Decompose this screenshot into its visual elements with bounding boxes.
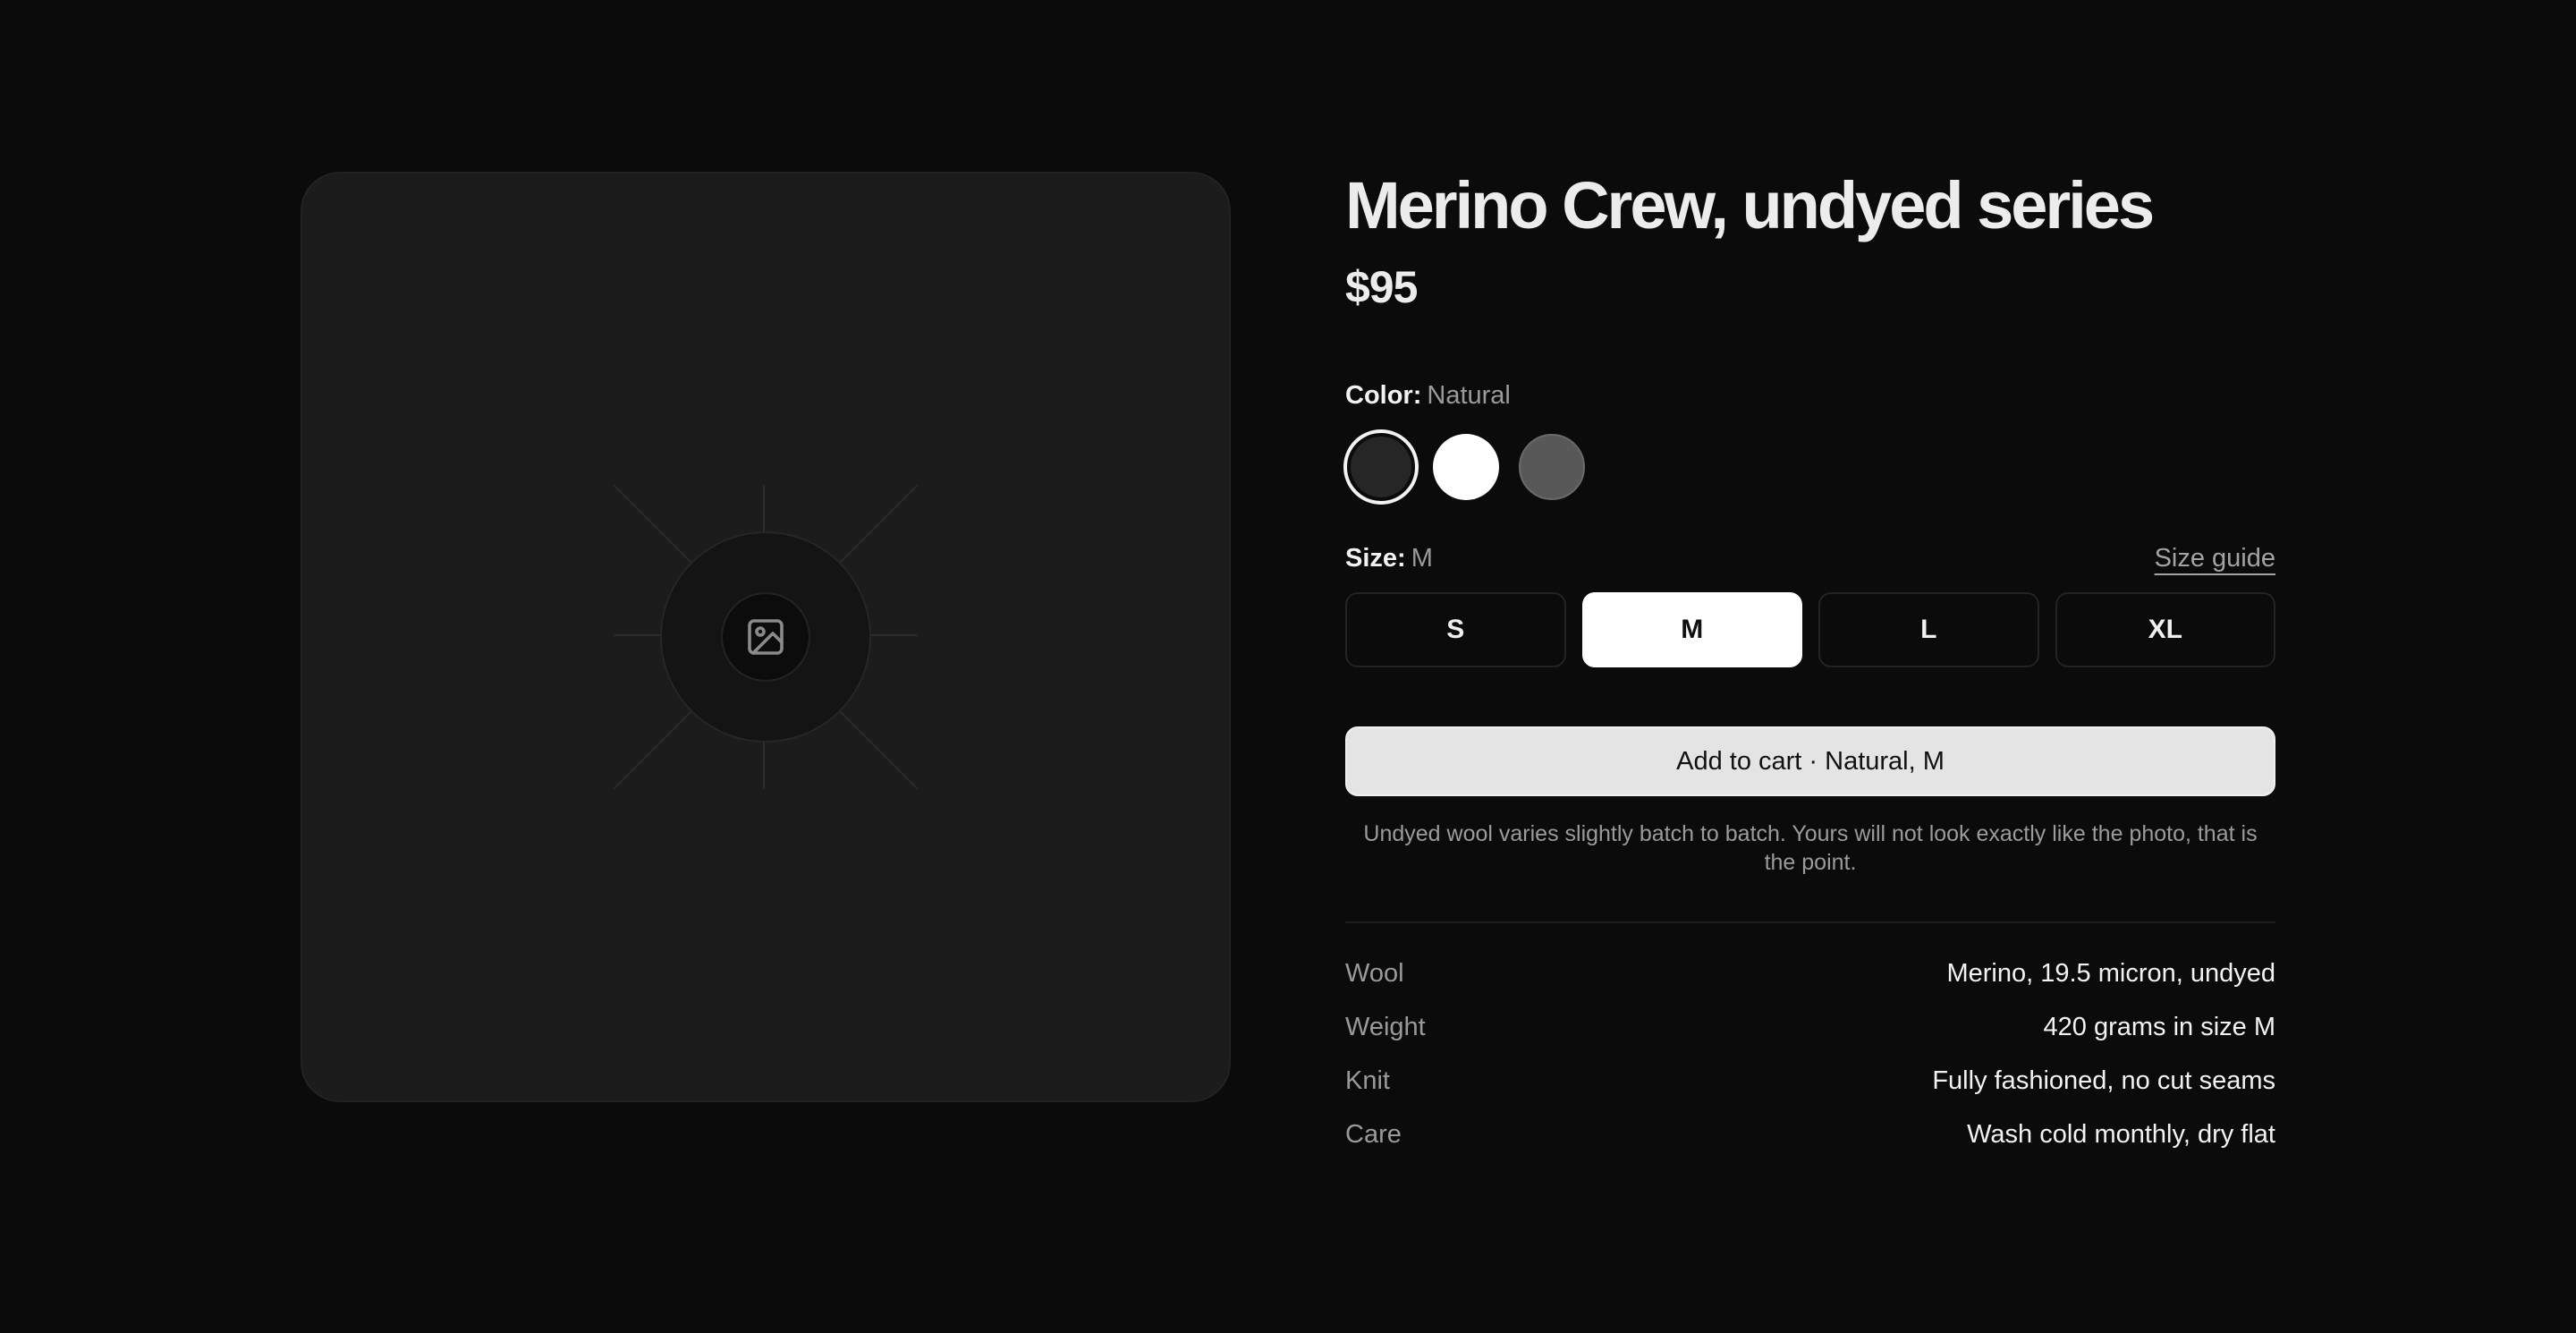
spec-key: Care bbox=[1345, 1120, 1402, 1149]
size-selected-value: M bbox=[1411, 544, 1433, 573]
spec-row-wool: Wool Merino, 19.5 micron, undyed bbox=[1345, 947, 2275, 1000]
spec-row-weight: Weight 420 grams in size M bbox=[1345, 1000, 2275, 1054]
divider bbox=[1345, 921, 2275, 923]
size-guide-link[interactable]: Size guide bbox=[2155, 544, 2275, 573]
size-header: Size: M Size guide bbox=[1345, 540, 2275, 576]
batch-variation-note: Undyed wool varies slightly batch to bat… bbox=[1363, 821, 2258, 875]
spec-value: Fully fashioned, no cut seams bbox=[1932, 1066, 2275, 1095]
spec-value: 420 grams in size M bbox=[2043, 1013, 2276, 1041]
swatch-white[interactable] bbox=[1433, 434, 1499, 500]
color-selected-value: Natural bbox=[1427, 381, 1511, 410]
placeholder-inner-ring bbox=[721, 592, 810, 682]
product-image-panel bbox=[301, 172, 1231, 1102]
size-options: S M L XL bbox=[1345, 592, 2275, 667]
spec-key: Weight bbox=[1345, 1013, 1426, 1041]
product-title: Merino Crew, undyed series bbox=[1345, 168, 2155, 242]
product-price: $95 bbox=[1345, 262, 1418, 312]
color-swatches bbox=[1343, 429, 2275, 505]
size-button-s[interactable]: S bbox=[1345, 592, 1566, 667]
size-label: Size: M bbox=[1345, 540, 1433, 576]
spec-list: Wool Merino, 19.5 micron, undyed Weight … bbox=[1345, 947, 2275, 1161]
image-icon bbox=[748, 619, 784, 655]
spec-row-knit: Knit Fully fashioned, no cut seams bbox=[1345, 1054, 2275, 1108]
spec-value: Merino, 19.5 micron, undyed bbox=[1946, 959, 2275, 988]
swatch-grey[interactable] bbox=[1519, 434, 1585, 500]
product-info: Merino Crew, undyed series $95 Color: Nat… bbox=[1343, 161, 2275, 1161]
product-page: Merino Crew, undyed series $95 Color: Nat… bbox=[0, 0, 2576, 1333]
color-label: Color: Natural bbox=[1345, 378, 2275, 413]
size-label-key: Size: bbox=[1345, 544, 1406, 573]
color-selector: Color: Natural bbox=[1343, 378, 2275, 505]
spec-key: Wool bbox=[1345, 959, 1404, 988]
size-button-m[interactable]: M bbox=[1581, 592, 1802, 667]
spec-key: Knit bbox=[1345, 1066, 1390, 1095]
size-button-xl[interactable]: XL bbox=[2055, 592, 2275, 667]
spec-value: Wash cold monthly, dry flat bbox=[1967, 1120, 2275, 1149]
color-label-key: Color: bbox=[1345, 381, 1422, 410]
add-to-cart-button[interactable]: Add to cart · Natural, M bbox=[1345, 726, 2275, 796]
spec-row-care: Care Wash cold monthly, dry flat bbox=[1345, 1108, 2275, 1161]
size-button-l[interactable]: L bbox=[1818, 592, 2039, 667]
swatch-charcoal[interactable] bbox=[1343, 429, 1419, 505]
